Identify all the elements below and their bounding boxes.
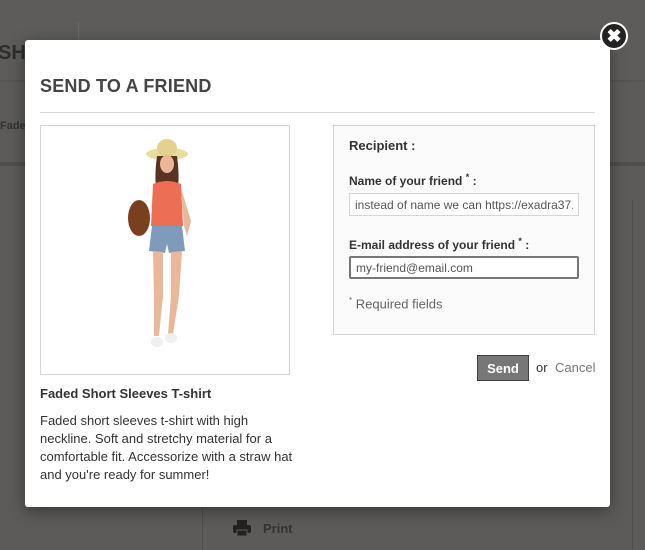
label-colon: :: [472, 174, 477, 188]
recipient-heading: Recipient :: [349, 138, 416, 153]
background-breadcrumb: Fade: [0, 120, 26, 132]
send-button[interactable]: Send: [477, 355, 529, 381]
divider: [40, 112, 595, 113]
recipient-form: Recipient : Name of your friend * : E-ma…: [333, 125, 595, 335]
friend-name-input[interactable]: [349, 193, 579, 216]
required-note-text: Required fields: [355, 296, 443, 312]
product-image: [40, 125, 290, 375]
friend-email-label: E-mail address of your friend * :: [349, 236, 529, 252]
required-mark: *: [465, 172, 470, 182]
product-description: Faded short sleeves t-shirt with high ne…: [40, 413, 293, 482]
print-link[interactable]: Print: [233, 520, 293, 536]
required-mark: *: [518, 236, 522, 246]
required-mark: *: [349, 296, 353, 305]
required-fields-note: * Required fields: [349, 296, 442, 311]
cancel-link[interactable]: Cancel: [555, 360, 595, 375]
print-label: Print: [263, 520, 293, 536]
label-text: Name of your friend: [349, 174, 463, 188]
divider: [632, 200, 633, 550]
label-colon: :: [525, 238, 530, 252]
or-label: or: [536, 360, 548, 375]
friend-email-input[interactable]: [349, 256, 579, 279]
divider: [202, 505, 203, 550]
modal-title: SEND TO A FRIEND: [40, 76, 212, 96]
friend-name-label: Name of your friend * :: [349, 172, 477, 188]
printer-icon: [233, 520, 251, 536]
product-name: Faded Short Sleeves T-shirt: [40, 386, 212, 401]
close-icon[interactable]: ✖: [600, 22, 628, 50]
label-text: E-mail address of your friend: [349, 238, 516, 252]
send-to-friend-modal: SEND TO A FRIEND Faded Short Sleeves T-s…: [25, 40, 610, 507]
